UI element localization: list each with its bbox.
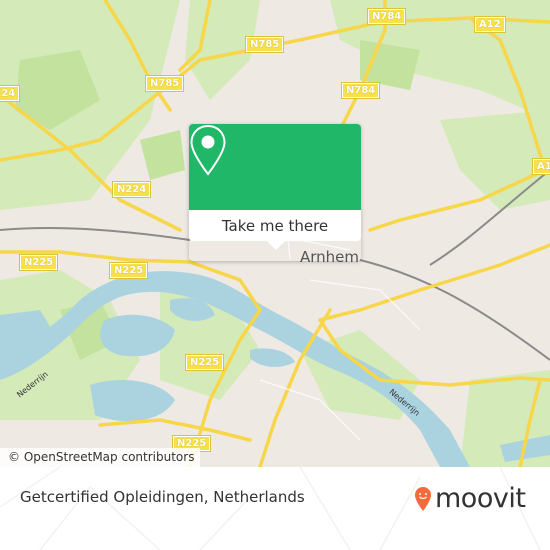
road-shield-a12: A12 (474, 16, 506, 33)
popup-pointer (267, 241, 285, 250)
road-shield-n224: N224 (111, 181, 152, 198)
road-shield-n785: N785 (244, 36, 285, 53)
footer: Getcertified Opleidingen, Netherlands mo… (0, 467, 550, 550)
road-shield-a12: A12 (532, 158, 550, 175)
location-popup: Take me there (189, 124, 361, 261)
road-shield-n224: N224 (0, 85, 21, 102)
popup-header (189, 124, 361, 210)
map-attribution[interactable]: © OpenStreetMap contributors (0, 448, 201, 467)
road-shield-n785: N785 (144, 75, 185, 92)
map-pin-icon (190, 124, 226, 176)
place-title: Getcertified Opleidingen, Netherlands (20, 488, 305, 506)
moovit-pin-icon (415, 486, 431, 511)
take-me-there-button[interactable]: Take me there (189, 210, 361, 241)
road-shield-n784: N784 (340, 82, 381, 99)
moovit-wordmark: moovit (435, 483, 526, 514)
map-view[interactable]: N785 N785 N784 N784 A12 A12 N224 N224 N2… (0, 0, 550, 467)
road-shield-n225: N225 (108, 262, 149, 279)
road-shield-n225: N225 (18, 254, 59, 271)
road-shield-n784: N784 (366, 8, 407, 25)
moovit-logo[interactable]: moovit (414, 483, 526, 514)
road-shield-n225: N225 (184, 354, 225, 371)
